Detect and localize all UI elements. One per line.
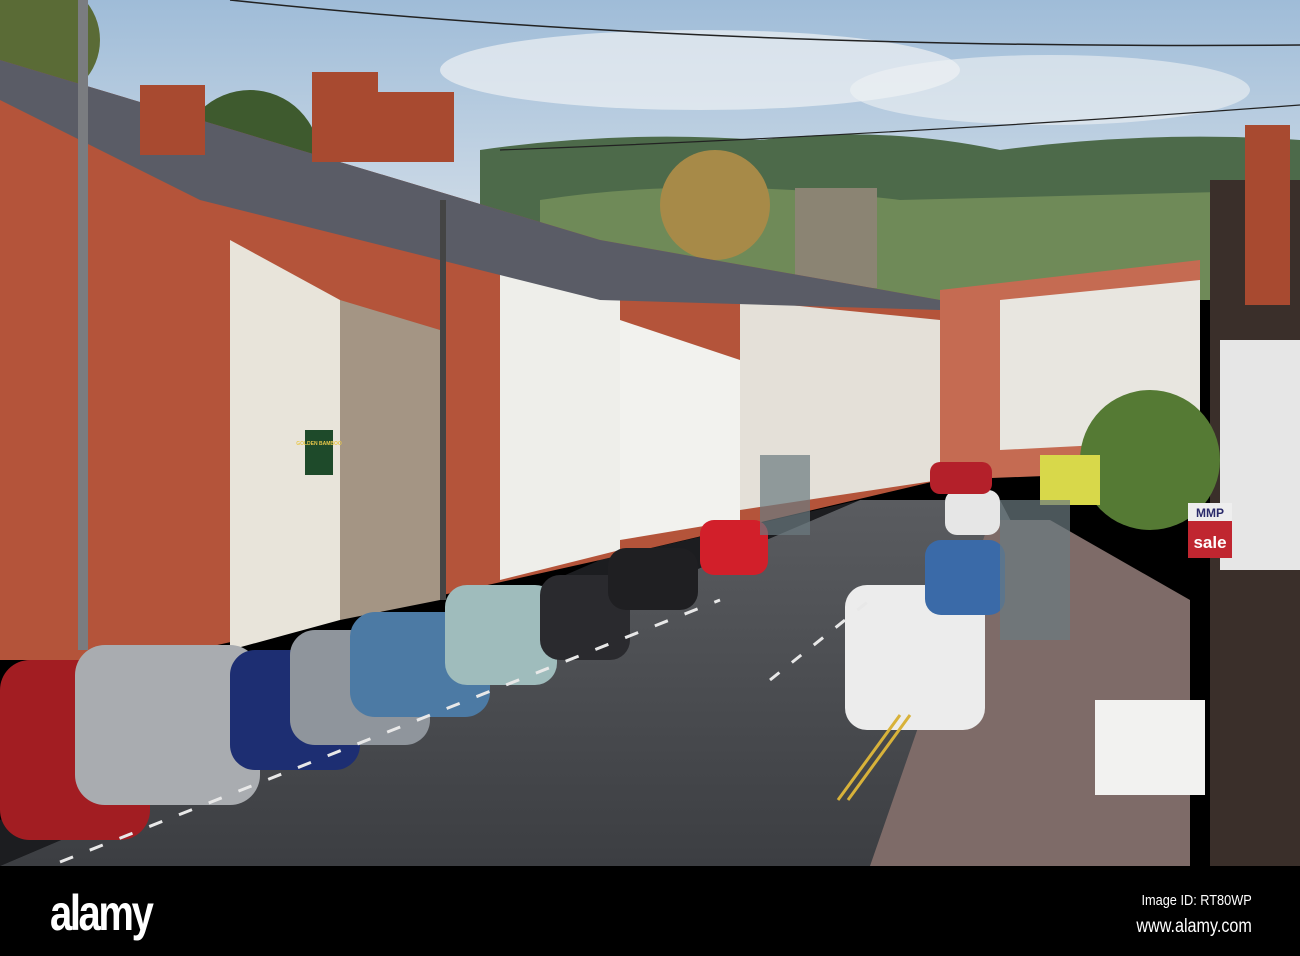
image-id: Image ID: RT80WP: [1141, 892, 1252, 909]
website-url: www.alamy.com: [1136, 916, 1252, 937]
estate-agent-sign: MMP: [1196, 506, 1224, 520]
church-tower: [795, 188, 877, 288]
street-photo: GOLDEN BAMBOO MMP sale: [0, 0, 1300, 866]
alamy-logo: alamy: [50, 885, 154, 941]
footer-bar: alamy Image ID: RT80WP www.alamy.com: [0, 866, 1300, 956]
for-sale-sign: sale: [1193, 533, 1226, 552]
restaurant-sign: GOLDEN BAMBOO: [296, 441, 342, 447]
